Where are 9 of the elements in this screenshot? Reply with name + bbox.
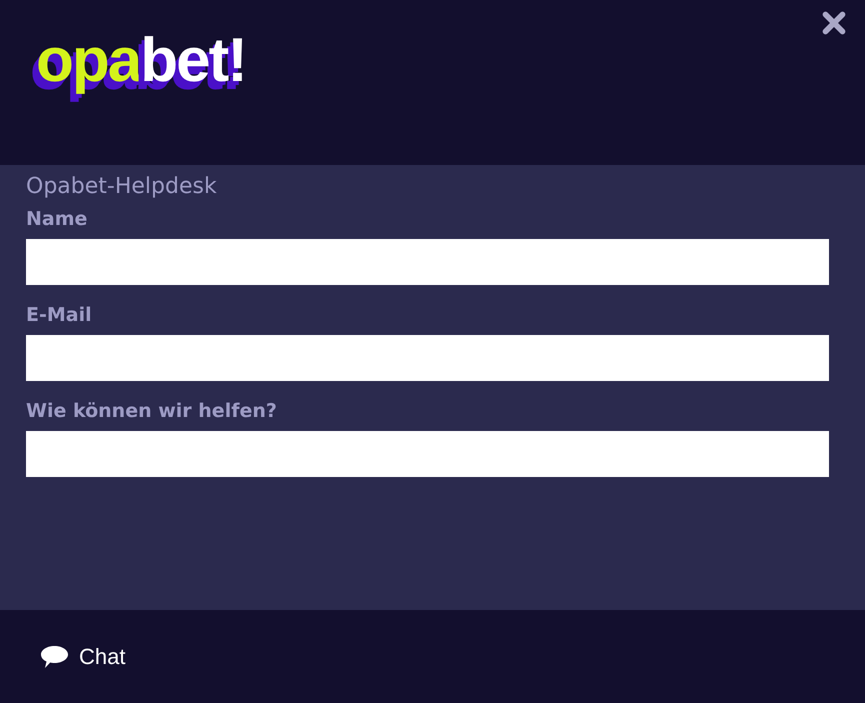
input-field[interactable]	[26, 431, 829, 477]
speech-bubble-icon	[40, 644, 69, 668]
form-title: Opabet-Helpdesk	[26, 173, 218, 201]
field-label: Name	[26, 207, 88, 231]
chat-button[interactable]: Chat	[40, 640, 126, 673]
input-field[interactable]	[26, 239, 829, 285]
input-field[interactable]	[26, 335, 829, 381]
field-label: Wie können wir helfen?	[26, 399, 278, 423]
field-label: E-Mail	[26, 303, 93, 327]
